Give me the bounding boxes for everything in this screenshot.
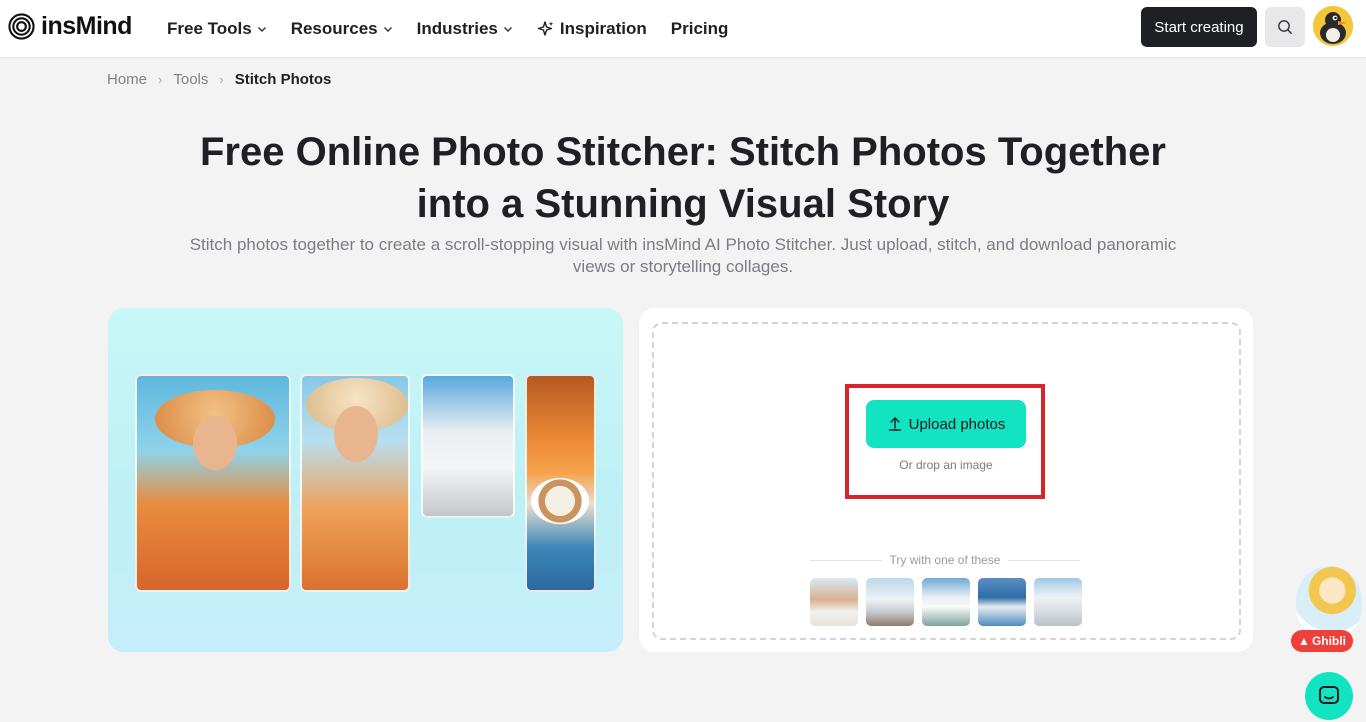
upload-photos-button[interactable]: Upload photos	[866, 400, 1026, 448]
sample-images	[810, 578, 1082, 626]
nav-resources[interactable]: Resources	[291, 19, 393, 39]
preview-photo-woman-hat	[135, 374, 291, 592]
nav-inspiration-label: Inspiration	[559, 19, 647, 38]
sample-image-5[interactable]	[1034, 578, 1082, 626]
divider	[1008, 559, 1081, 561]
breadcrumb-tools[interactable]: Tools	[173, 71, 208, 88]
nav-inspiration[interactable]: Inspiration	[537, 19, 647, 39]
try-samples-heading: Try with one of these	[810, 553, 1081, 567]
preview-photo-santorini-street	[421, 374, 515, 518]
site-header: insMind Free Tools Resources Industries …	[0, 0, 1366, 58]
search-button[interactable]	[1265, 7, 1305, 47]
preview-photo-woman-portrait	[300, 374, 410, 592]
duck-avatar-icon	[1313, 6, 1353, 46]
nav-industries-label: Industries	[416, 19, 498, 38]
chevron-down-icon	[503, 27, 512, 32]
ghibli-promo-widget[interactable]: ▲ Ghibli	[1288, 566, 1366, 652]
nav-industries[interactable]: Industries	[417, 19, 513, 39]
breadcrumb: Home › Tools › Stitch Photos	[107, 71, 331, 88]
breadcrumb-separator-icon: ›	[219, 72, 224, 87]
drop-image-hint: Or drop an image	[899, 458, 993, 472]
main-nav: Free Tools Resources Industries Inspirat…	[167, 0, 752, 58]
upload-photos-label: Upload photos	[908, 415, 1006, 433]
chevron-down-icon	[257, 27, 266, 32]
ghibli-badge: ▲ Ghibli	[1291, 630, 1353, 652]
sample-image-3[interactable]	[922, 578, 970, 626]
sparkle-icon	[537, 21, 554, 36]
page-subtitle: Stitch photos together to create a scrol…	[189, 235, 1177, 276]
nav-pricing-label: Pricing	[670, 19, 729, 38]
nav-pricing[interactable]: Pricing	[671, 19, 729, 39]
breadcrumb-current: Stitch Photos	[234, 71, 332, 88]
logo-text: insMind	[41, 12, 132, 40]
sample-image-1[interactable]	[810, 578, 858, 626]
breadcrumb-separator-icon: ›	[158, 72, 163, 87]
chat-support-button[interactable]	[1305, 672, 1353, 720]
preview-photo-coffee-flowers	[525, 374, 596, 592]
logo[interactable]: insMind	[8, 12, 132, 41]
start-creating-button[interactable]: Start creating	[1141, 7, 1257, 47]
try-samples-label: Try with one of these	[889, 553, 1001, 567]
nav-resources-label: Resources	[290, 19, 378, 38]
upload-arrow-icon	[888, 417, 901, 431]
sample-image-2[interactable]	[866, 578, 914, 626]
divider	[810, 559, 882, 561]
page-title: Free Online Photo Stitcher: Stitch Photo…	[200, 130, 1166, 226]
stitch-preview-panel	[108, 308, 623, 652]
nav-free-tools-label: Free Tools	[167, 19, 252, 38]
nav-free-tools[interactable]: Free Tools	[167, 19, 267, 39]
search-icon	[1278, 20, 1292, 34]
breadcrumb-home[interactable]: Home	[107, 71, 147, 88]
ghibli-character-icon	[1296, 566, 1362, 636]
sample-image-4[interactable]	[978, 578, 1026, 626]
chat-icon	[1319, 686, 1339, 704]
ghibli-label: Ghibli	[1311, 634, 1346, 648]
chevron-down-icon	[383, 27, 392, 32]
logo-icon	[8, 13, 35, 40]
fire-icon: ▲	[1298, 634, 1310, 648]
avatar[interactable]	[1313, 6, 1353, 46]
